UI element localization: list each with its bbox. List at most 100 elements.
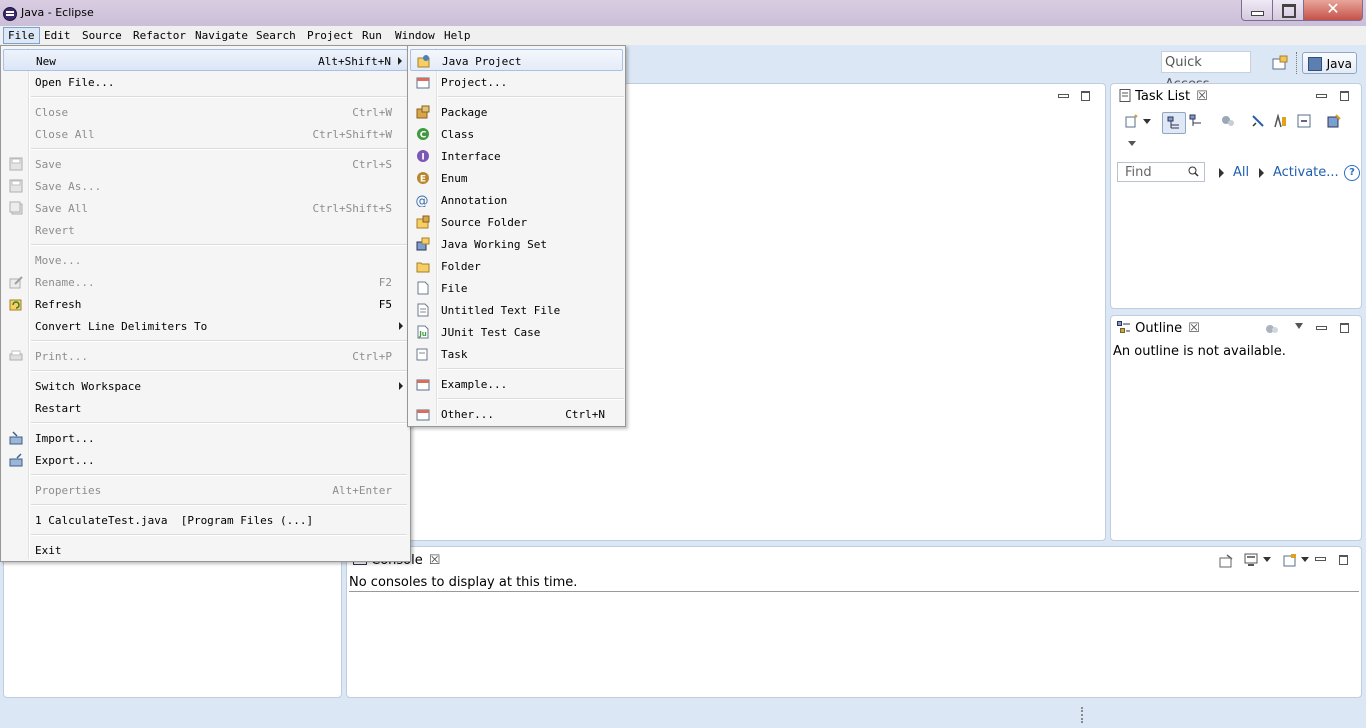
menu-item-enum[interactable]: E Enum — [410, 167, 623, 189]
menu-item-close[interactable]: Close Ctrl+W — [3, 101, 408, 123]
new-task-icon[interactable] — [1125, 114, 1139, 128]
menu-navigate[interactable]: Navigate — [191, 28, 252, 43]
scheduled-icon[interactable] — [1189, 114, 1203, 128]
menu-item-junit-test-case[interactable]: Ju JUnit Test Case — [410, 321, 623, 343]
tab-task-list[interactable]: Task List ☒ — [1119, 89, 1208, 104]
menu-item-interface[interactable]: I Interface — [410, 145, 623, 167]
menu-file[interactable]: File — [3, 27, 40, 44]
minimize-icon[interactable] — [1316, 90, 1327, 100]
menu-item-save-as[interactable]: Save As... — [3, 175, 408, 197]
maximize-icon[interactable] — [1081, 90, 1091, 101]
menu-item-untitled-text-file[interactable]: Untitled Text File — [410, 299, 623, 321]
expand-all-icon[interactable] — [1219, 168, 1224, 178]
menu-item-task[interactable]: Task — [410, 343, 623, 365]
menu-item-revert[interactable]: Revert — [3, 219, 408, 241]
menu-item-class[interactable]: C Class — [410, 123, 623, 145]
menu-item-source-folder[interactable]: Source Folder — [410, 211, 623, 233]
menu-item-folder[interactable]: Folder — [410, 255, 623, 277]
menu-refactor[interactable]: Refactor — [129, 28, 190, 43]
open-perspective-icon[interactable] — [1272, 55, 1288, 71]
menu-item-convert-line-delimiters[interactable]: Convert Line Delimiters To — [3, 315, 408, 337]
maximize-icon[interactable] — [1340, 322, 1350, 333]
menu-item-label: Exit — [35, 544, 62, 557]
tab-outline[interactable]: Outline ☒ — [1117, 321, 1200, 336]
menu-item-export[interactable]: Export... — [3, 449, 408, 471]
menu-item-refresh[interactable]: Refresh F5 — [3, 293, 408, 315]
status-bar — [0, 700, 1366, 728]
menu-item-label: Other... — [441, 408, 494, 421]
menu-item-restart[interactable]: Restart — [3, 397, 408, 419]
menu-item-print[interactable]: Print... Ctrl+P — [3, 345, 408, 367]
quick-access-input[interactable]: Quick Access — [1161, 51, 1251, 92]
menu-item-label: Example... — [441, 378, 508, 391]
menu-item-annotation[interactable]: @ Annotation — [410, 189, 623, 211]
close-icon[interactable]: ☒ — [1196, 89, 1208, 104]
menu-item-new[interactable]: New Alt+Shift+N — [3, 49, 408, 71]
menu-source[interactable]: Source — [78, 28, 126, 43]
menu-item-label: Class — [441, 128, 475, 141]
menu-item-switch-workspace[interactable]: Switch Workspace — [3, 375, 408, 397]
menu-item-label: Interface — [441, 150, 501, 163]
menu-item-properties[interactable]: Properties Alt+Enter — [3, 479, 408, 501]
menu-run[interactable]: Run — [358, 28, 386, 43]
title-bar: Java - Eclipse ✕ — [0, 0, 1366, 26]
collapse-all-icon[interactable] — [1297, 114, 1311, 128]
menu-edit[interactable]: Edit — [40, 28, 75, 43]
restore-button[interactable] — [1272, 0, 1304, 21]
display-console-dropdown-icon[interactable] — [1263, 557, 1271, 562]
synchronize-icon[interactable] — [1221, 114, 1235, 128]
menu-project[interactable]: Project — [303, 28, 357, 43]
menu-item-package[interactable]: Package — [410, 101, 623, 123]
hide-completed-icon[interactable] — [1251, 114, 1265, 128]
close-button[interactable]: ✕ — [1303, 0, 1363, 21]
activate-link[interactable]: Activate... — [1273, 165, 1339, 180]
minimize-icon[interactable] — [1316, 322, 1327, 332]
menu-item-close-all[interactable]: Close All Ctrl+Shift+W — [3, 123, 408, 145]
sync-icon[interactable] — [1265, 323, 1279, 335]
close-icon[interactable]: ☒ — [429, 553, 441, 568]
separator — [31, 96, 407, 98]
file-menu: New Alt+Shift+N Open File... Close Ctrl+W … — [0, 45, 411, 562]
menu-item-label: New — [36, 55, 56, 68]
menu-item-project[interactable]: Project... — [410, 71, 623, 93]
all-link[interactable]: All — [1233, 165, 1249, 180]
maximize-icon[interactable] — [1340, 90, 1350, 101]
open-console-dropdown-icon[interactable] — [1301, 557, 1309, 562]
java-perspective-icon — [1308, 57, 1322, 71]
focus-icon[interactable] — [1273, 114, 1287, 128]
menu-item-save-all[interactable]: Save All Ctrl+Shift+S — [3, 197, 408, 219]
menu-item-java-project[interactable]: Java Project — [410, 49, 623, 71]
menu-item-example[interactable]: Example... — [410, 373, 623, 395]
menu-item-open-file[interactable]: Open File... — [3, 71, 408, 93]
minimize-icon[interactable] — [1058, 90, 1069, 100]
menu-help[interactable]: Help — [440, 28, 475, 43]
menu-item-file[interactable]: File — [410, 277, 623, 299]
view-menu-icon[interactable] — [1295, 323, 1303, 329]
pin-console-icon[interactable] — [1219, 554, 1233, 568]
menu-item-import[interactable]: Import... — [3, 427, 408, 449]
menu-item-move[interactable]: Move... — [3, 249, 408, 271]
menu-item-recent-file[interactable]: 1 CalculateTest.java [Program Files (...… — [3, 509, 408, 531]
status-bar-grip[interactable] — [1081, 707, 1085, 723]
menu-item-java-working-set[interactable]: Java Working Set — [410, 233, 623, 255]
menu-item-other[interactable]: Other... Ctrl+N — [410, 403, 623, 425]
menu-item-exit[interactable]: Exit — [3, 539, 408, 561]
menu-item-rename[interactable]: Rename... F2 — [3, 271, 408, 293]
menu-window[interactable]: Window — [391, 28, 439, 43]
expand-activate-icon[interactable] — [1259, 168, 1264, 178]
maximize-icon[interactable] — [1339, 554, 1349, 565]
display-console-icon[interactable] — [1244, 553, 1258, 567]
categorized-toggle[interactable] — [1162, 112, 1186, 134]
help-icon[interactable]: ? — [1344, 165, 1360, 181]
close-icon[interactable]: ☒ — [1188, 321, 1200, 336]
view-menu-icon[interactable] — [1128, 141, 1136, 146]
task-repository-icon[interactable] — [1327, 114, 1341, 128]
menu-search[interactable]: Search — [252, 28, 300, 43]
minimize-icon[interactable] — [1315, 553, 1326, 563]
minimize-button[interactable] — [1241, 0, 1273, 21]
menu-item-label: Switch Workspace — [35, 380, 141, 393]
menu-item-save[interactable]: Save Ctrl+S — [3, 153, 408, 175]
java-perspective-button[interactable]: Java — [1302, 52, 1357, 74]
open-console-icon[interactable] — [1283, 553, 1297, 567]
new-task-dropdown-icon[interactable] — [1143, 119, 1151, 124]
